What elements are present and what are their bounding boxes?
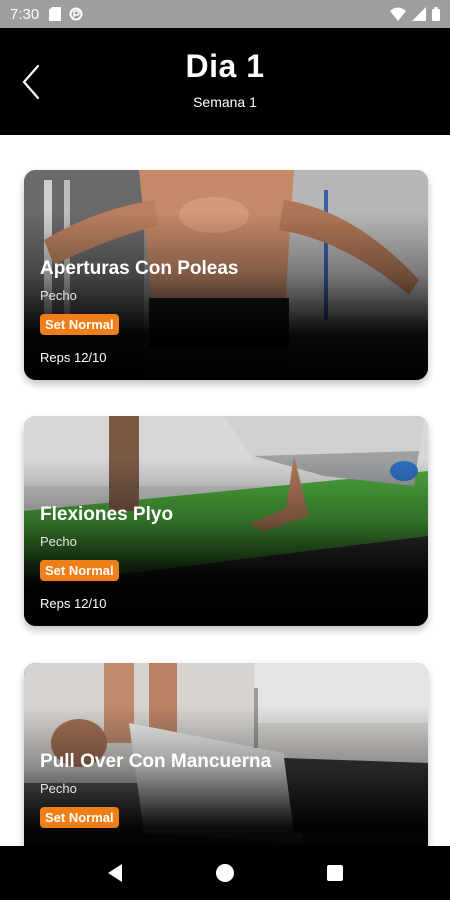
exercise-card[interactable]: Flexiones Plyo Pecho Set Normal Reps 12/… (24, 416, 428, 626)
set-type-badge: Set Normal (40, 807, 119, 828)
exercise-reps: Reps 12/10 (40, 350, 107, 365)
nav-home-button[interactable] (205, 853, 245, 893)
page-subtitle: Semana 1 (193, 94, 257, 110)
page-title: Dia 1 (185, 48, 265, 84)
battery-icon (432, 7, 440, 21)
exercise-muscle: Pecho (40, 534, 77, 549)
system-nav-bar (0, 846, 450, 900)
exercise-reps: Reps 12/10 (40, 596, 107, 611)
nav-back-button[interactable] (95, 853, 135, 893)
exercise-name: Aperturas Con Poleas (40, 258, 239, 279)
status-bar: 7:30 (0, 0, 450, 28)
exercise-muscle: Pecho (40, 288, 77, 303)
exercise-list[interactable]: Aperturas Con Poleas Pecho Set Normal Re… (0, 135, 450, 846)
signal-icon (412, 7, 426, 21)
back-triangle-icon (108, 864, 122, 882)
exercise-card[interactable]: Pull Over Con Mancuerna Pecho Set Normal (24, 663, 428, 846)
exercise-muscle: Pecho (40, 781, 77, 796)
header: Dia 1 Semana 1 (0, 28, 450, 135)
home-circle-icon (216, 864, 234, 882)
wifi-icon (390, 7, 406, 21)
exercise-card[interactable]: Aperturas Con Poleas Pecho Set Normal Re… (24, 170, 428, 380)
set-type-badge: Set Normal (40, 314, 119, 335)
recents-square-icon (327, 865, 343, 881)
set-type-badge: Set Normal (40, 560, 119, 581)
nav-recents-button[interactable] (315, 853, 355, 893)
sd-card-icon (49, 7, 62, 21)
exercise-name: Pull Over Con Mancuerna (40, 751, 272, 772)
exercise-name: Flexiones Plyo (40, 504, 174, 525)
data-saver-icon (69, 7, 83, 21)
status-time: 7:30 (10, 5, 40, 23)
